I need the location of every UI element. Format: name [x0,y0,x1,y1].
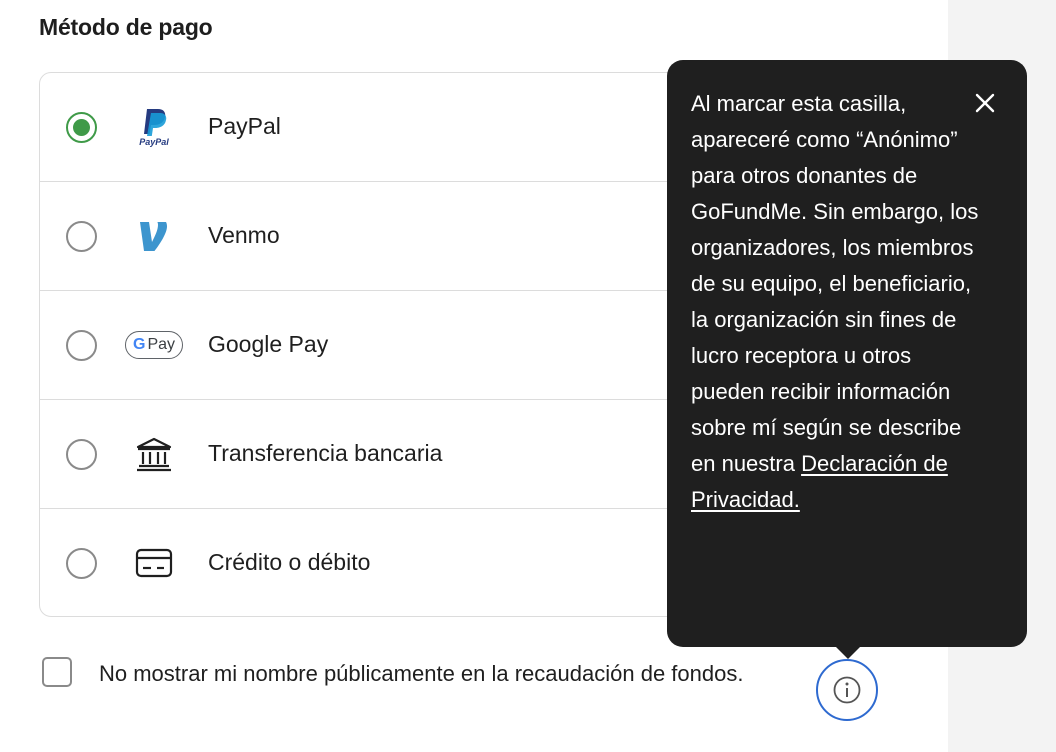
info-button[interactable] [816,659,878,721]
google-pay-label: Google Pay [208,331,329,357]
bank-icon [124,434,184,474]
venmo-label: Venmo [208,222,280,248]
payment-method-list: PayPal PayPal Venmo G Pay Google Pay Tra… [39,72,739,617]
payment-option-bank-transfer[interactable]: Transferencia bancaria [40,400,738,509]
section-title: Método de pago [39,14,213,40]
anonymous-checkbox[interactable] [42,657,72,687]
paypal-label: PayPal [208,113,281,139]
radio-selected-dot [73,119,90,136]
anonymous-info-tooltip: Al marcar esta casilla, apareceré como “… [667,60,1027,647]
google-g-icon: G [132,336,146,353]
google-pay-badge-text: Pay [147,336,176,353]
venmo-radio[interactable] [66,221,97,252]
tooltip-arrow [835,646,861,659]
close-icon [975,93,995,113]
info-icon [833,676,861,704]
tooltip-close-button[interactable] [969,87,1001,119]
tooltip-body: Al marcar esta casilla, apareceré como “… [691,91,979,476]
bank-transfer-radio[interactable] [66,439,97,470]
tooltip-text: Al marcar esta casilla, apareceré como “… [691,86,981,518]
card-label: Crédito o débito [208,549,371,575]
payment-option-paypal[interactable]: PayPal PayPal [40,73,738,182]
paypal-logo-text: PayPal [139,137,169,147]
bank-transfer-label: Transferencia bancaria [208,440,443,466]
anonymous-checkbox-label[interactable]: No mostrar mi nombre públicamente en la … [99,655,759,692]
venmo-logo-icon [124,216,184,256]
payment-option-card[interactable]: Crédito o débito [40,509,738,616]
payment-option-venmo[interactable]: Venmo [40,182,738,291]
google-pay-radio[interactable] [66,330,97,361]
paypal-radio[interactable] [66,112,97,143]
paypal-logo-icon: PayPal [124,107,184,147]
payment-option-google-pay[interactable]: G Pay Google Pay [40,291,738,400]
card-radio[interactable] [66,548,97,579]
google-pay-logo-icon: G Pay [124,325,184,365]
credit-card-icon [124,543,184,583]
google-pay-badge: G Pay [125,331,183,359]
